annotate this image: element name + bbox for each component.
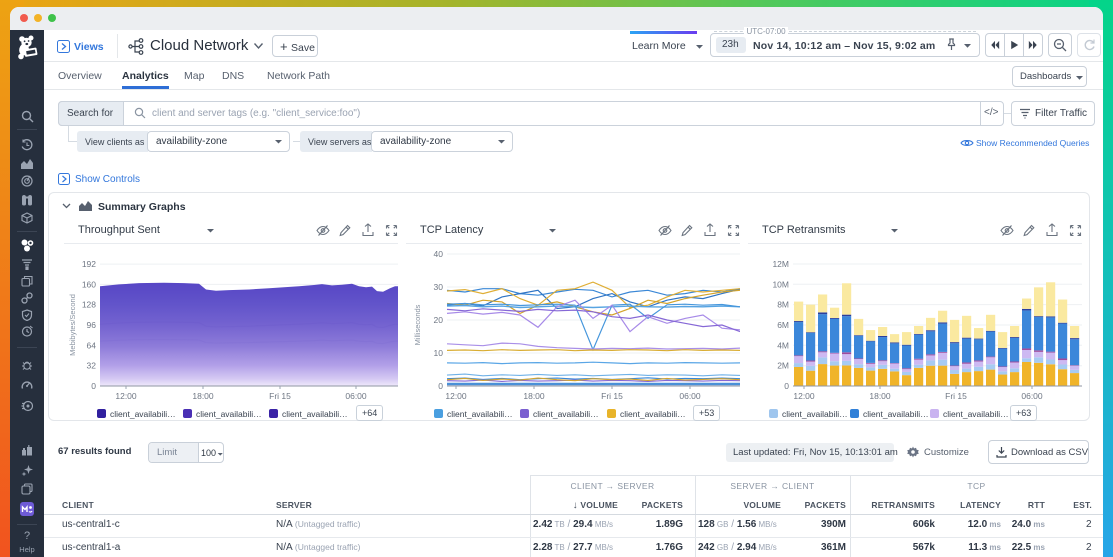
svg-text:18:00: 18:00 bbox=[192, 391, 214, 401]
svg-text:64: 64 bbox=[87, 340, 97, 350]
svg-text:2M: 2M bbox=[777, 361, 789, 371]
svg-text:40: 40 bbox=[434, 249, 444, 259]
svg-text:06:00: 06:00 bbox=[345, 391, 367, 401]
svg-text:20: 20 bbox=[434, 315, 444, 325]
svg-text:06:00: 06:00 bbox=[1021, 391, 1043, 401]
svg-text:12:00: 12:00 bbox=[445, 391, 467, 401]
svg-text:8M: 8M bbox=[777, 300, 789, 310]
svg-text:Fri 15: Fri 15 bbox=[601, 391, 623, 401]
svg-text:32: 32 bbox=[87, 361, 97, 371]
svg-text:6M: 6M bbox=[777, 320, 789, 330]
svg-text:10: 10 bbox=[434, 348, 444, 358]
svg-text:12M: 12M bbox=[772, 259, 789, 269]
svg-text:0: 0 bbox=[438, 381, 443, 391]
svg-text:4M: 4M bbox=[777, 340, 789, 350]
svg-text:Fri 15: Fri 15 bbox=[945, 391, 967, 401]
svg-text:10M: 10M bbox=[772, 279, 789, 289]
svg-text:06:00: 06:00 bbox=[679, 391, 701, 401]
svg-text:Milliseconds: Milliseconds bbox=[413, 304, 422, 345]
svg-text:Fri 15: Fri 15 bbox=[269, 391, 291, 401]
svg-text:96: 96 bbox=[87, 320, 97, 330]
svg-text:Mebibytes/Second: Mebibytes/Second bbox=[68, 294, 77, 356]
svg-text:18:00: 18:00 bbox=[869, 391, 891, 401]
svg-text:12:00: 12:00 bbox=[115, 391, 137, 401]
svg-text:0: 0 bbox=[784, 381, 789, 391]
svg-text:0: 0 bbox=[91, 381, 96, 391]
svg-text:160: 160 bbox=[82, 279, 96, 289]
svg-text:12:00: 12:00 bbox=[793, 391, 815, 401]
svg-text:128: 128 bbox=[82, 300, 96, 310]
svg-text:18:00: 18:00 bbox=[523, 391, 545, 401]
svg-text:192: 192 bbox=[82, 259, 96, 269]
svg-text:30: 30 bbox=[434, 282, 444, 292]
